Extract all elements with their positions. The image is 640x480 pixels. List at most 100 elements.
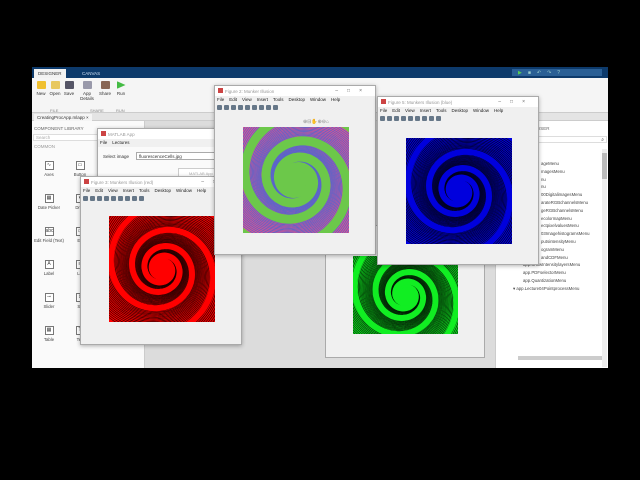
- vertical-scrollbar[interactable]: [602, 149, 607, 367]
- menu-file[interactable]: File: [100, 140, 107, 145]
- component-table[interactable]: ▦ Table: [34, 326, 64, 342]
- matlab-logo-icon: [218, 88, 223, 93]
- component-date-picker[interactable]: ▦ Date Picker: [34, 194, 64, 210]
- menu-help[interactable]: Help: [197, 188, 206, 193]
- menu-edit[interactable]: Edit: [229, 97, 237, 102]
- tree-item[interactable]: app.QuantizationMenu: [523, 278, 566, 283]
- tree-item[interactable]: andCDFMenu: [541, 255, 568, 260]
- undo-icon[interactable]: ↶: [537, 70, 541, 76]
- window-controls[interactable]: –□×: [335, 88, 371, 94]
- toolbar-tool-icon[interactable]: [401, 116, 406, 121]
- menu-window[interactable]: Window: [176, 188, 192, 193]
- toolbar-tool-icon[interactable]: [104, 196, 109, 201]
- tab-designer[interactable]: DESIGNER: [34, 69, 66, 78]
- save-icon[interactable]: ■: [528, 70, 531, 76]
- menu-help[interactable]: Help: [331, 97, 340, 102]
- component-edit-field-text-[interactable]: abc Edit Field (Text): [34, 227, 64, 243]
- toolbar-tool-icon[interactable]: [90, 196, 95, 201]
- document-tab[interactable]: CreatingProcApp.mlapp ×: [34, 114, 92, 121]
- toolbar-tool-icon[interactable]: [408, 116, 413, 121]
- run-icon[interactable]: ▶: [518, 70, 522, 76]
- toolbar-tool-icon[interactable]: [387, 116, 392, 121]
- toolbar-tool-icon[interactable]: [273, 105, 278, 110]
- toolbar-tool-icon[interactable]: [394, 116, 399, 121]
- toolbar-tool-icon[interactable]: [422, 116, 427, 121]
- menu-file[interactable]: File: [83, 188, 90, 193]
- tree-item[interactable]: nu: [541, 184, 546, 189]
- app-details-button[interactable]: App Details: [78, 81, 96, 101]
- toolbar-tool-icon[interactable]: [111, 196, 116, 201]
- matlab-logo-icon: [101, 131, 106, 136]
- toolbar-tool-icon[interactable]: [118, 196, 123, 201]
- menu-lectures[interactable]: Lectures: [112, 140, 129, 145]
- toolbar-tool-icon[interactable]: [224, 105, 229, 110]
- toolbar-tool-icon[interactable]: [132, 196, 137, 201]
- toolbar-tool-icon[interactable]: [83, 196, 88, 201]
- figure-toolbar: [380, 116, 441, 121]
- menu-tools[interactable]: Tools: [139, 188, 150, 193]
- component-label[interactable]: A Label: [34, 260, 64, 276]
- tree-item[interactable]: ecolormapMenu: [541, 216, 572, 221]
- redo-icon[interactable]: ↷: [547, 70, 551, 76]
- toolbar-tool-icon[interactable]: [217, 105, 222, 110]
- menu-view[interactable]: View: [242, 97, 252, 102]
- menu-file[interactable]: File: [217, 97, 224, 102]
- toolbar-tool-icon[interactable]: [436, 116, 441, 121]
- menu-insert[interactable]: Insert: [123, 188, 134, 193]
- menu-view[interactable]: View: [405, 108, 415, 113]
- tree-item[interactable]: putsintensityMenu: [541, 239, 576, 244]
- menu-view[interactable]: View: [108, 188, 118, 193]
- menu-desktop[interactable]: Desktop: [452, 108, 469, 113]
- tree-item[interactable]: arateRGBchannelsMenu: [541, 200, 588, 205]
- help-icon[interactable]: ?: [557, 70, 560, 76]
- tree-item[interactable]: 03ImagehistogramsMenu: [541, 231, 590, 236]
- toolbar-tool-icon[interactable]: [125, 196, 130, 201]
- menu-bar: File Lectures: [100, 140, 130, 145]
- toolbar-tool-icon[interactable]: [231, 105, 236, 110]
- tree-item[interactable]: ▾ app.Lecture04PointprocessMenu: [513, 286, 579, 292]
- select-image-dropdown[interactable]: fluorescenceCells.jpg: [136, 152, 216, 160]
- fig2-window[interactable]: Figure 2: Munker Illusion –□× File Edit Vie…: [214, 85, 376, 255]
- toolbar-tool-icon[interactable]: [252, 105, 257, 110]
- tree-item[interactable]: ogramMenu: [541, 247, 564, 252]
- menu-help[interactable]: Help: [494, 108, 503, 113]
- menu-desktop[interactable]: Desktop: [289, 97, 306, 102]
- save-button[interactable]: Save: [60, 81, 78, 96]
- tree-item[interactable]: magesMenu: [541, 169, 565, 174]
- menu-edit[interactable]: Edit: [95, 188, 103, 193]
- toolbar-tool-icon[interactable]: [415, 116, 420, 121]
- toolbar-tool-icon[interactable]: [266, 105, 271, 110]
- menu-insert[interactable]: Insert: [420, 108, 431, 113]
- tree-item[interactable]: geRGBchannelsMenu: [541, 208, 583, 213]
- close-icon[interactable]: ×: [86, 115, 89, 120]
- tree-item[interactable]: 00DigitalimagesMenu: [541, 192, 582, 197]
- menu-desktop[interactable]: Desktop: [155, 188, 172, 193]
- component-slider[interactable]: ⊸ Slider: [34, 293, 64, 309]
- tree-item[interactable]: ectpixelvaluesMenu: [541, 223, 579, 228]
- toolbar-tool-icon[interactable]: [259, 105, 264, 110]
- toolbar-tool-icon[interactable]: [429, 116, 434, 121]
- tree-item[interactable]: nu: [541, 177, 546, 182]
- toolbar-tool-icon[interactable]: [245, 105, 250, 110]
- menu-tools[interactable]: Tools: [436, 108, 447, 113]
- menu-insert[interactable]: Insert: [257, 97, 268, 102]
- toolbar-tool-icon[interactable]: [238, 105, 243, 110]
- menu-tools[interactable]: Tools: [273, 97, 284, 102]
- toolbar-tool-icon[interactable]: [139, 196, 144, 201]
- menu-edit[interactable]: Edit: [392, 108, 400, 113]
- component-axes[interactable]: ∿ Axes: [34, 161, 64, 177]
- window-controls[interactable]: –□×: [498, 99, 534, 105]
- toolbar-tool-icon[interactable]: [97, 196, 102, 201]
- tree-item[interactable]: ageMenu: [541, 161, 559, 166]
- menu-file[interactable]: File: [380, 108, 387, 113]
- horizontal-scrollbar[interactable]: [518, 356, 602, 360]
- menu-window[interactable]: Window: [473, 108, 489, 113]
- tree-item[interactable]: app.PDFselectorMenu: [523, 270, 566, 275]
- axes-toolbar[interactable]: ⊕⊟✋⊕⊖⌂: [303, 119, 329, 125]
- component-button[interactable]: ▭ Button: [65, 161, 95, 177]
- tab-canvas[interactable]: CANVAS: [78, 69, 104, 78]
- run-button[interactable]: Run: [112, 81, 130, 96]
- menu-window[interactable]: Window: [310, 97, 326, 102]
- toolbar-tool-icon[interactable]: [380, 116, 385, 121]
- fig5-window[interactable]: Figure 5: Munkers Illusion (blue) –□× Fil…: [377, 96, 539, 265]
